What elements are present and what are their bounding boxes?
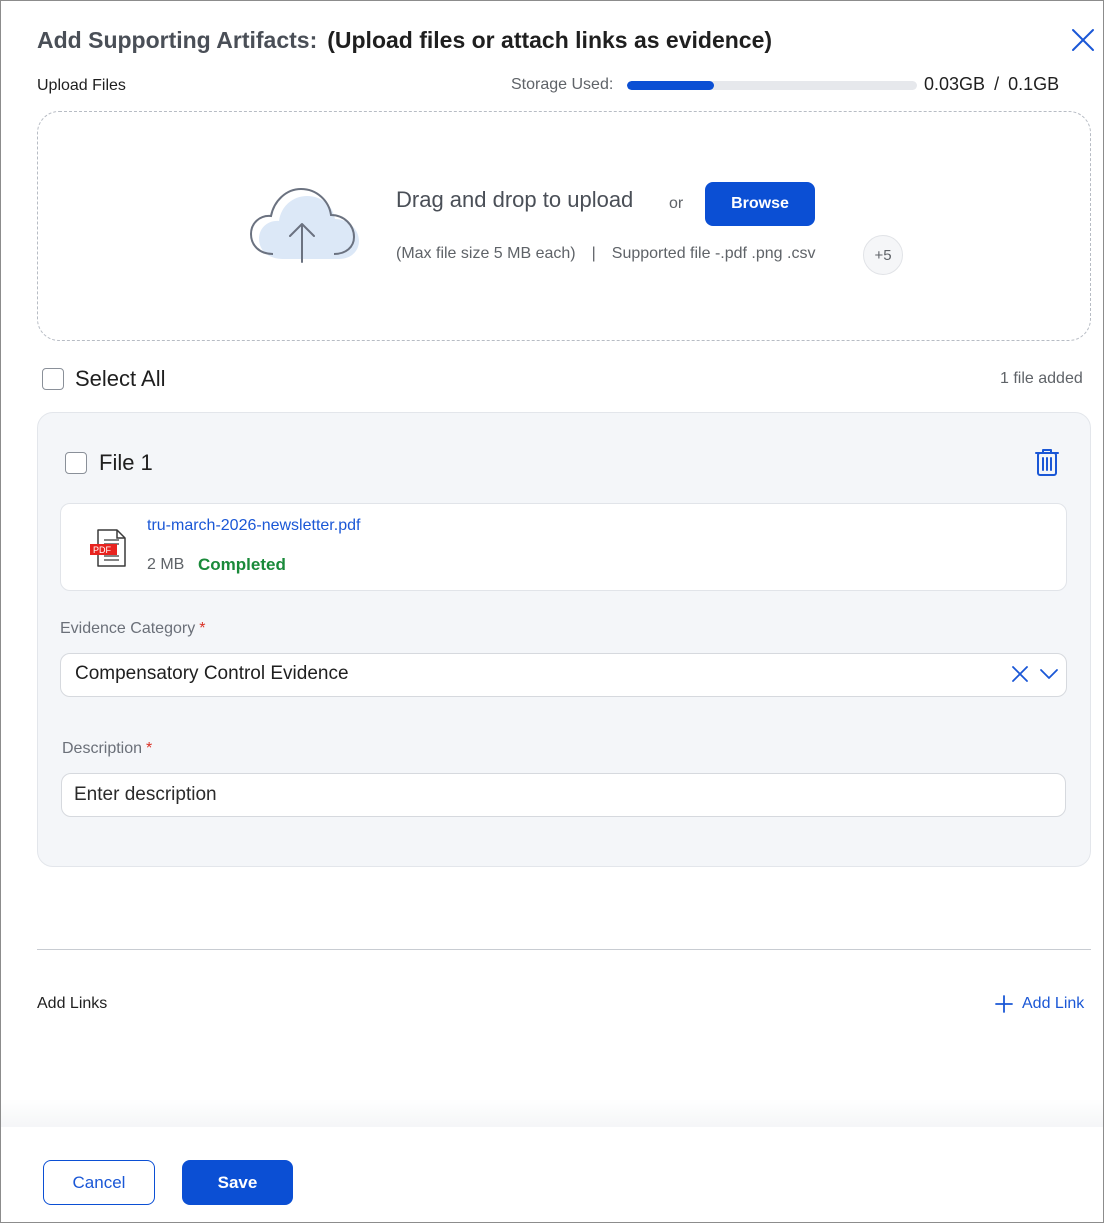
close-icon (1072, 29, 1094, 51)
clear-icon[interactable] (1010, 664, 1030, 684)
supported-files-text: Supported file -.pdf .png .csv (611, 245, 816, 262)
section-divider (37, 949, 1091, 950)
cancel-button[interactable]: Cancel (43, 1160, 155, 1205)
browse-button[interactable]: Browse (705, 182, 815, 226)
add-link-button[interactable]: Add Link (994, 994, 1084, 1014)
plus-icon (995, 995, 1013, 1013)
drag-drop-text: Drag and drop to upload (396, 187, 634, 212)
hint-separator: | (591, 245, 596, 262)
upload-hints: (Max file size 5 MB each) | Supported file… (396, 245, 815, 263)
pdf-file-icon: PDF (90, 529, 126, 567)
upload-status-text: Completed (198, 555, 286, 574)
storage-used-value: 0.03GB (924, 74, 986, 94)
pdf-badge-text: PDF (93, 545, 112, 555)
close-button[interactable] (1069, 26, 1097, 54)
dialog-title: Add Supporting Artifacts: (Upload files o… (37, 27, 772, 54)
storage-total-value: 0.1GB (1008, 74, 1060, 94)
add-artifacts-dialog: Add Supporting Artifacts: (Upload files o… (0, 0, 1104, 1223)
file-dropzone[interactable] (37, 111, 1091, 341)
max-file-size-text: (Max file size 5 MB each) (396, 245, 576, 262)
upload-files-label: Upload Files (37, 77, 126, 94)
evidence-category-label-text: Evidence Category (60, 620, 196, 637)
dialog-title-subtitle: (Upload files or attach links as evidenc… (327, 27, 773, 53)
file-1-checkbox[interactable] (65, 452, 87, 474)
chevron-down-icon[interactable] (1038, 665, 1060, 683)
description-input[interactable] (61, 773, 1066, 817)
required-mark: * (146, 740, 153, 757)
more-file-types-badge[interactable]: +5 (863, 235, 903, 275)
add-links-label: Add Links (37, 995, 108, 1012)
storage-value: 0.03GB / 0.1GB (924, 74, 1059, 95)
evidence-category-label: Evidence Category * (60, 620, 205, 638)
description-label: Description * (62, 740, 152, 758)
or-text: or (669, 195, 684, 212)
cloud-upload-icon (249, 187, 359, 263)
file-name-link[interactable]: tru-march-2026-newsletter.pdf (147, 517, 360, 535)
footer-shadow (1, 1099, 1103, 1129)
file-size-text: 2 MB (147, 556, 185, 573)
evidence-category-value[interactable]: Compensatory Control Evidence (75, 663, 349, 685)
storage-progress-fill (627, 81, 714, 90)
file-1-title: File 1 (99, 450, 153, 475)
select-all-checkbox[interactable] (42, 368, 64, 390)
trash-icon[interactable] (1033, 447, 1061, 477)
description-label-text: Description (62, 740, 143, 757)
required-mark: * (199, 620, 206, 637)
dialog-title-main: Add Supporting Artifacts: (37, 27, 318, 53)
storage-separator: / (994, 74, 1000, 94)
save-button[interactable]: Save (182, 1160, 293, 1205)
storage-progress-bar (627, 81, 917, 90)
dialog-footer (1, 1127, 1103, 1222)
select-all-label[interactable]: Select All (75, 366, 166, 392)
file-count-text: 1 file added (1000, 370, 1083, 387)
storage-used-label: Storage Used: (511, 76, 614, 93)
add-link-label: Add Link (1022, 995, 1085, 1012)
